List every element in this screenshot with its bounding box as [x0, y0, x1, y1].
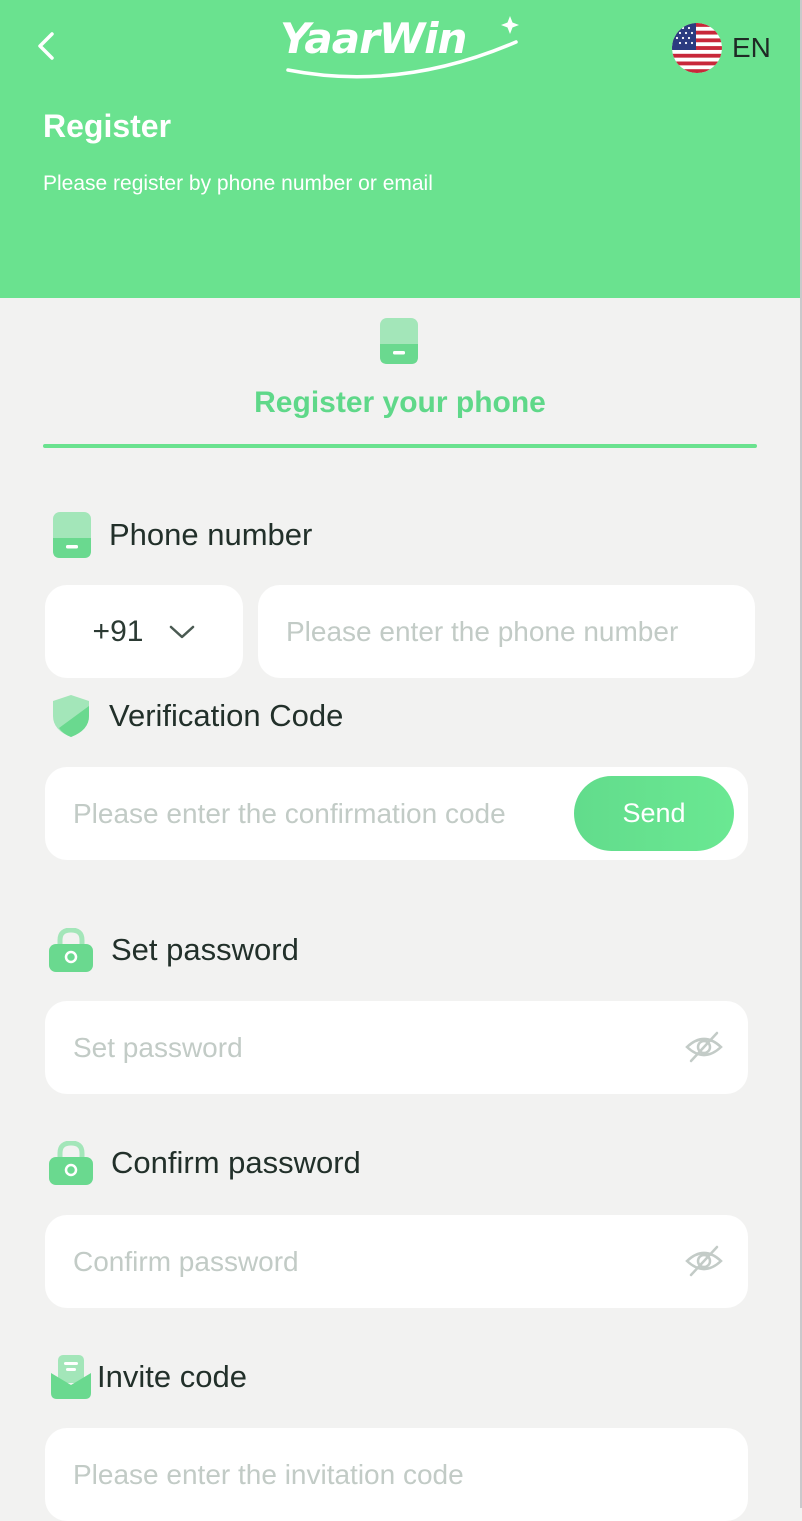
set-password-input[interactable] — [73, 1001, 673, 1094]
tab-register-phone[interactable]: Register your phone — [43, 310, 757, 450]
invite-code-field[interactable] — [45, 1428, 748, 1521]
send-code-button[interactable]: Send — [574, 776, 734, 851]
phone-number-field[interactable] — [258, 585, 755, 678]
tab-label: Register your phone — [254, 386, 546, 419]
confirm-password-label-text: Confirm password — [111, 1145, 361, 1180]
page-subtitle: Please register by phone number or email — [43, 172, 433, 195]
lock-icon — [49, 1141, 93, 1185]
set-password-label: Set password — [49, 928, 299, 972]
eye-off-icon[interactable] — [684, 1029, 724, 1065]
confirm-password-input[interactable] — [73, 1215, 673, 1308]
us-flag-icon — [672, 23, 722, 73]
verification-code-input[interactable] — [73, 767, 563, 860]
verification-code-label-text: Verification Code — [109, 698, 344, 733]
verification-code-label: Verification Code — [51, 694, 343, 738]
header: YaarWin EN Register Please register by p… — [0, 0, 800, 298]
language-selector[interactable]: EN — [672, 22, 771, 74]
language-label: EN — [732, 32, 771, 63]
set-password-field[interactable] — [45, 1001, 748, 1094]
verification-code-field[interactable]: Send — [45, 767, 748, 860]
invite-code-label-text: Invite code — [97, 1359, 247, 1394]
invite-code-input[interactable] — [73, 1428, 748, 1521]
invite-code-label: Invite code — [51, 1355, 247, 1399]
phone-number-input[interactable] — [286, 585, 755, 678]
page-title: Register — [43, 108, 172, 144]
confirm-password-label: Confirm password — [49, 1141, 361, 1185]
country-code-value: +91 — [92, 614, 144, 648]
country-code-select[interactable]: +91 — [45, 585, 243, 678]
back-button[interactable] — [28, 26, 68, 70]
lock-icon — [49, 928, 93, 972]
phone-icon — [53, 512, 91, 558]
chevron-left-icon — [38, 32, 54, 60]
invite-icon — [51, 1355, 91, 1399]
phone-icon — [380, 318, 418, 364]
brand-logo: YaarWin — [270, 10, 530, 84]
confirm-password-field[interactable] — [45, 1215, 748, 1308]
tab-active-indicator — [43, 444, 757, 448]
phone-number-label: Phone number — [53, 512, 312, 558]
phone-number-label-text: Phone number — [109, 517, 313, 552]
eye-off-icon[interactable] — [684, 1243, 724, 1279]
shield-icon — [53, 695, 89, 737]
chevron-down-icon — [170, 625, 195, 638]
set-password-label-text: Set password — [111, 932, 299, 967]
